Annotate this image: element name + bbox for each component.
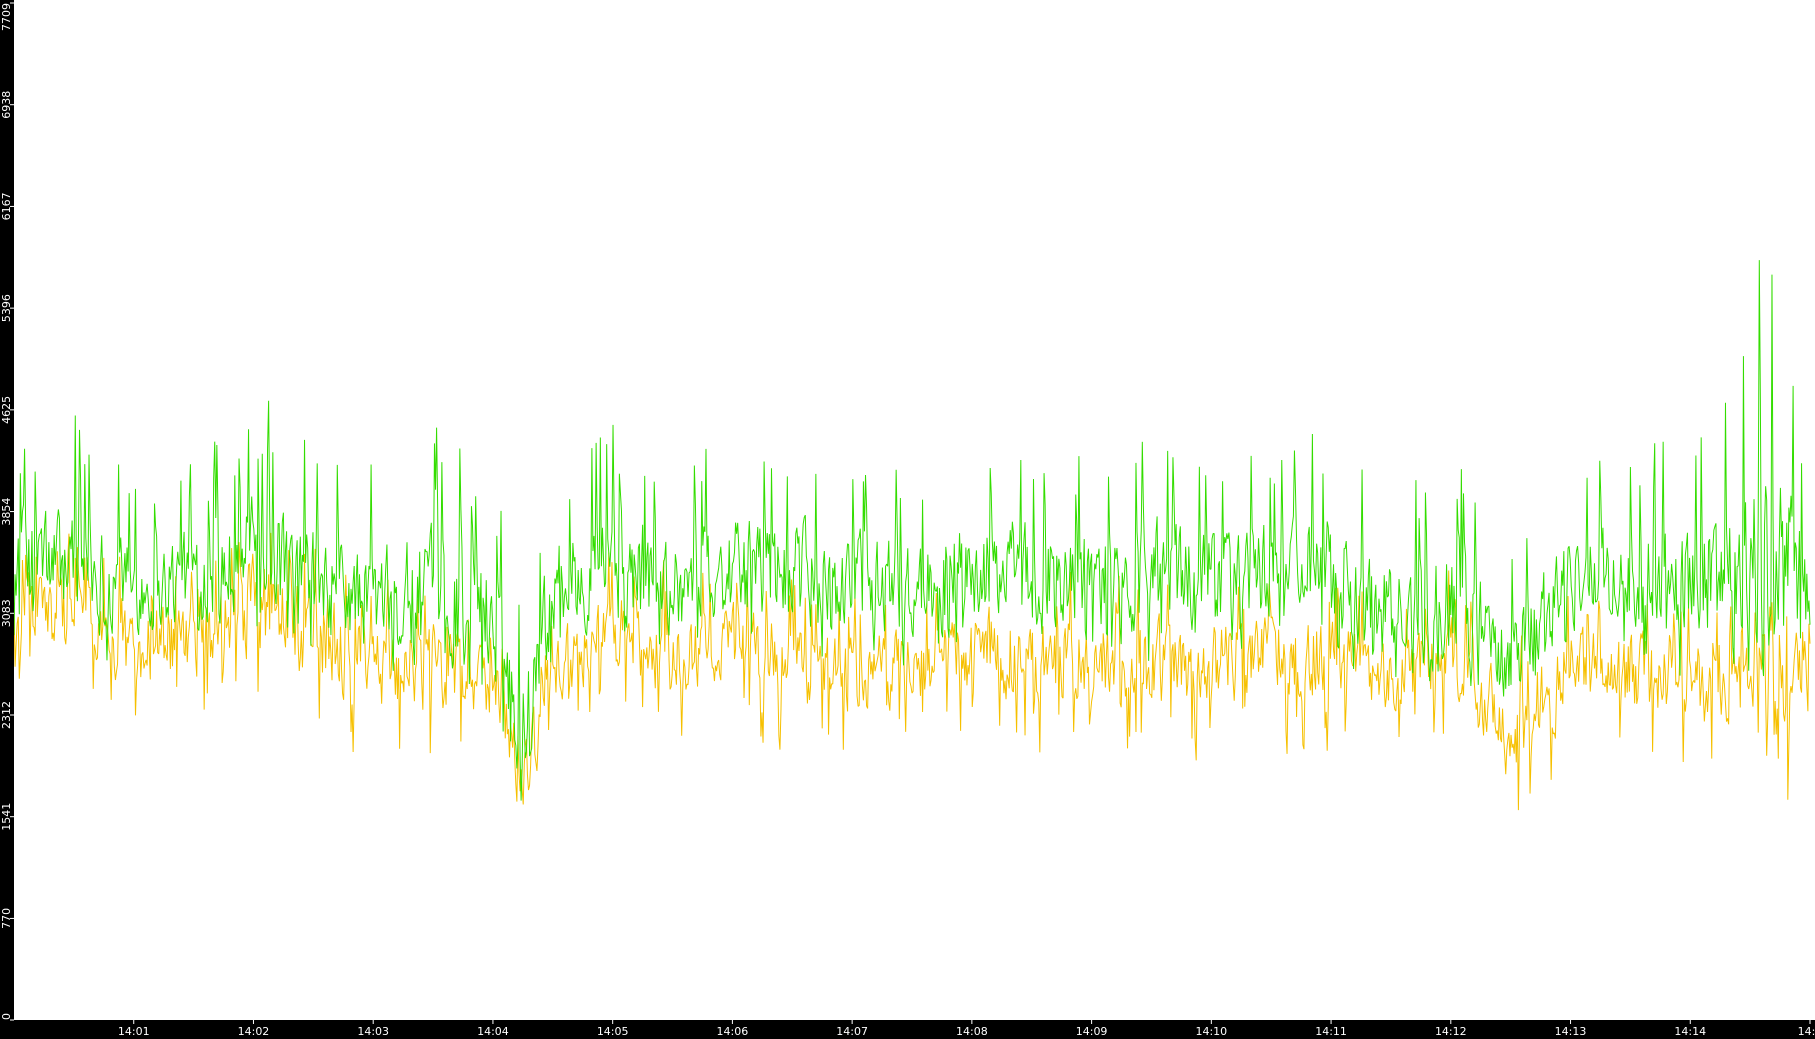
y-tick-label: 5396 xyxy=(0,294,13,322)
x-tick-label: 14:06 xyxy=(717,1025,749,1038)
x-axis-bar xyxy=(0,1020,1815,1039)
x-tick-label: 14:04 xyxy=(477,1025,509,1038)
x-tick-label: 14:11 xyxy=(1315,1025,1347,1038)
y-tick-label: 3854 xyxy=(0,498,13,526)
timeseries-chart: 0 770 1541 2312 3083 3854 4625 5396 6167 6938 7709… xyxy=(0,0,1815,1039)
x-tick-label: 14:12 xyxy=(1435,1025,1467,1038)
x-tick-label: 14:08 xyxy=(956,1025,988,1038)
y-tick-label: 3083 xyxy=(0,599,13,627)
x-tick-label: 14:03 xyxy=(357,1025,389,1038)
y-tick-label: 1541 xyxy=(0,803,13,831)
x-tick-label: 14:02 xyxy=(238,1025,270,1038)
y-tick-label: 770 xyxy=(0,908,13,929)
y-tick-label: 6167 xyxy=(0,192,13,220)
x-tick-label: 14:13 xyxy=(1555,1025,1587,1038)
x-tick-label: 14:1 xyxy=(1798,1025,1815,1038)
x-tick-label: 14:09 xyxy=(1076,1025,1108,1038)
x-tick-label: 14:10 xyxy=(1195,1025,1227,1038)
x-tick-label: 14:07 xyxy=(836,1025,868,1038)
x-tick-label: 14:05 xyxy=(597,1025,629,1038)
y-tick-label: 7709 xyxy=(0,3,13,31)
y-tick-label: 6938 xyxy=(0,91,13,119)
y-tick-label: 4625 xyxy=(0,396,13,424)
y-tick-label: 0 xyxy=(0,1013,13,1020)
x-tick-label: 14:14 xyxy=(1674,1025,1706,1038)
x-tick-label: 14:01 xyxy=(118,1025,150,1038)
y-tick-label: 2312 xyxy=(0,701,13,729)
